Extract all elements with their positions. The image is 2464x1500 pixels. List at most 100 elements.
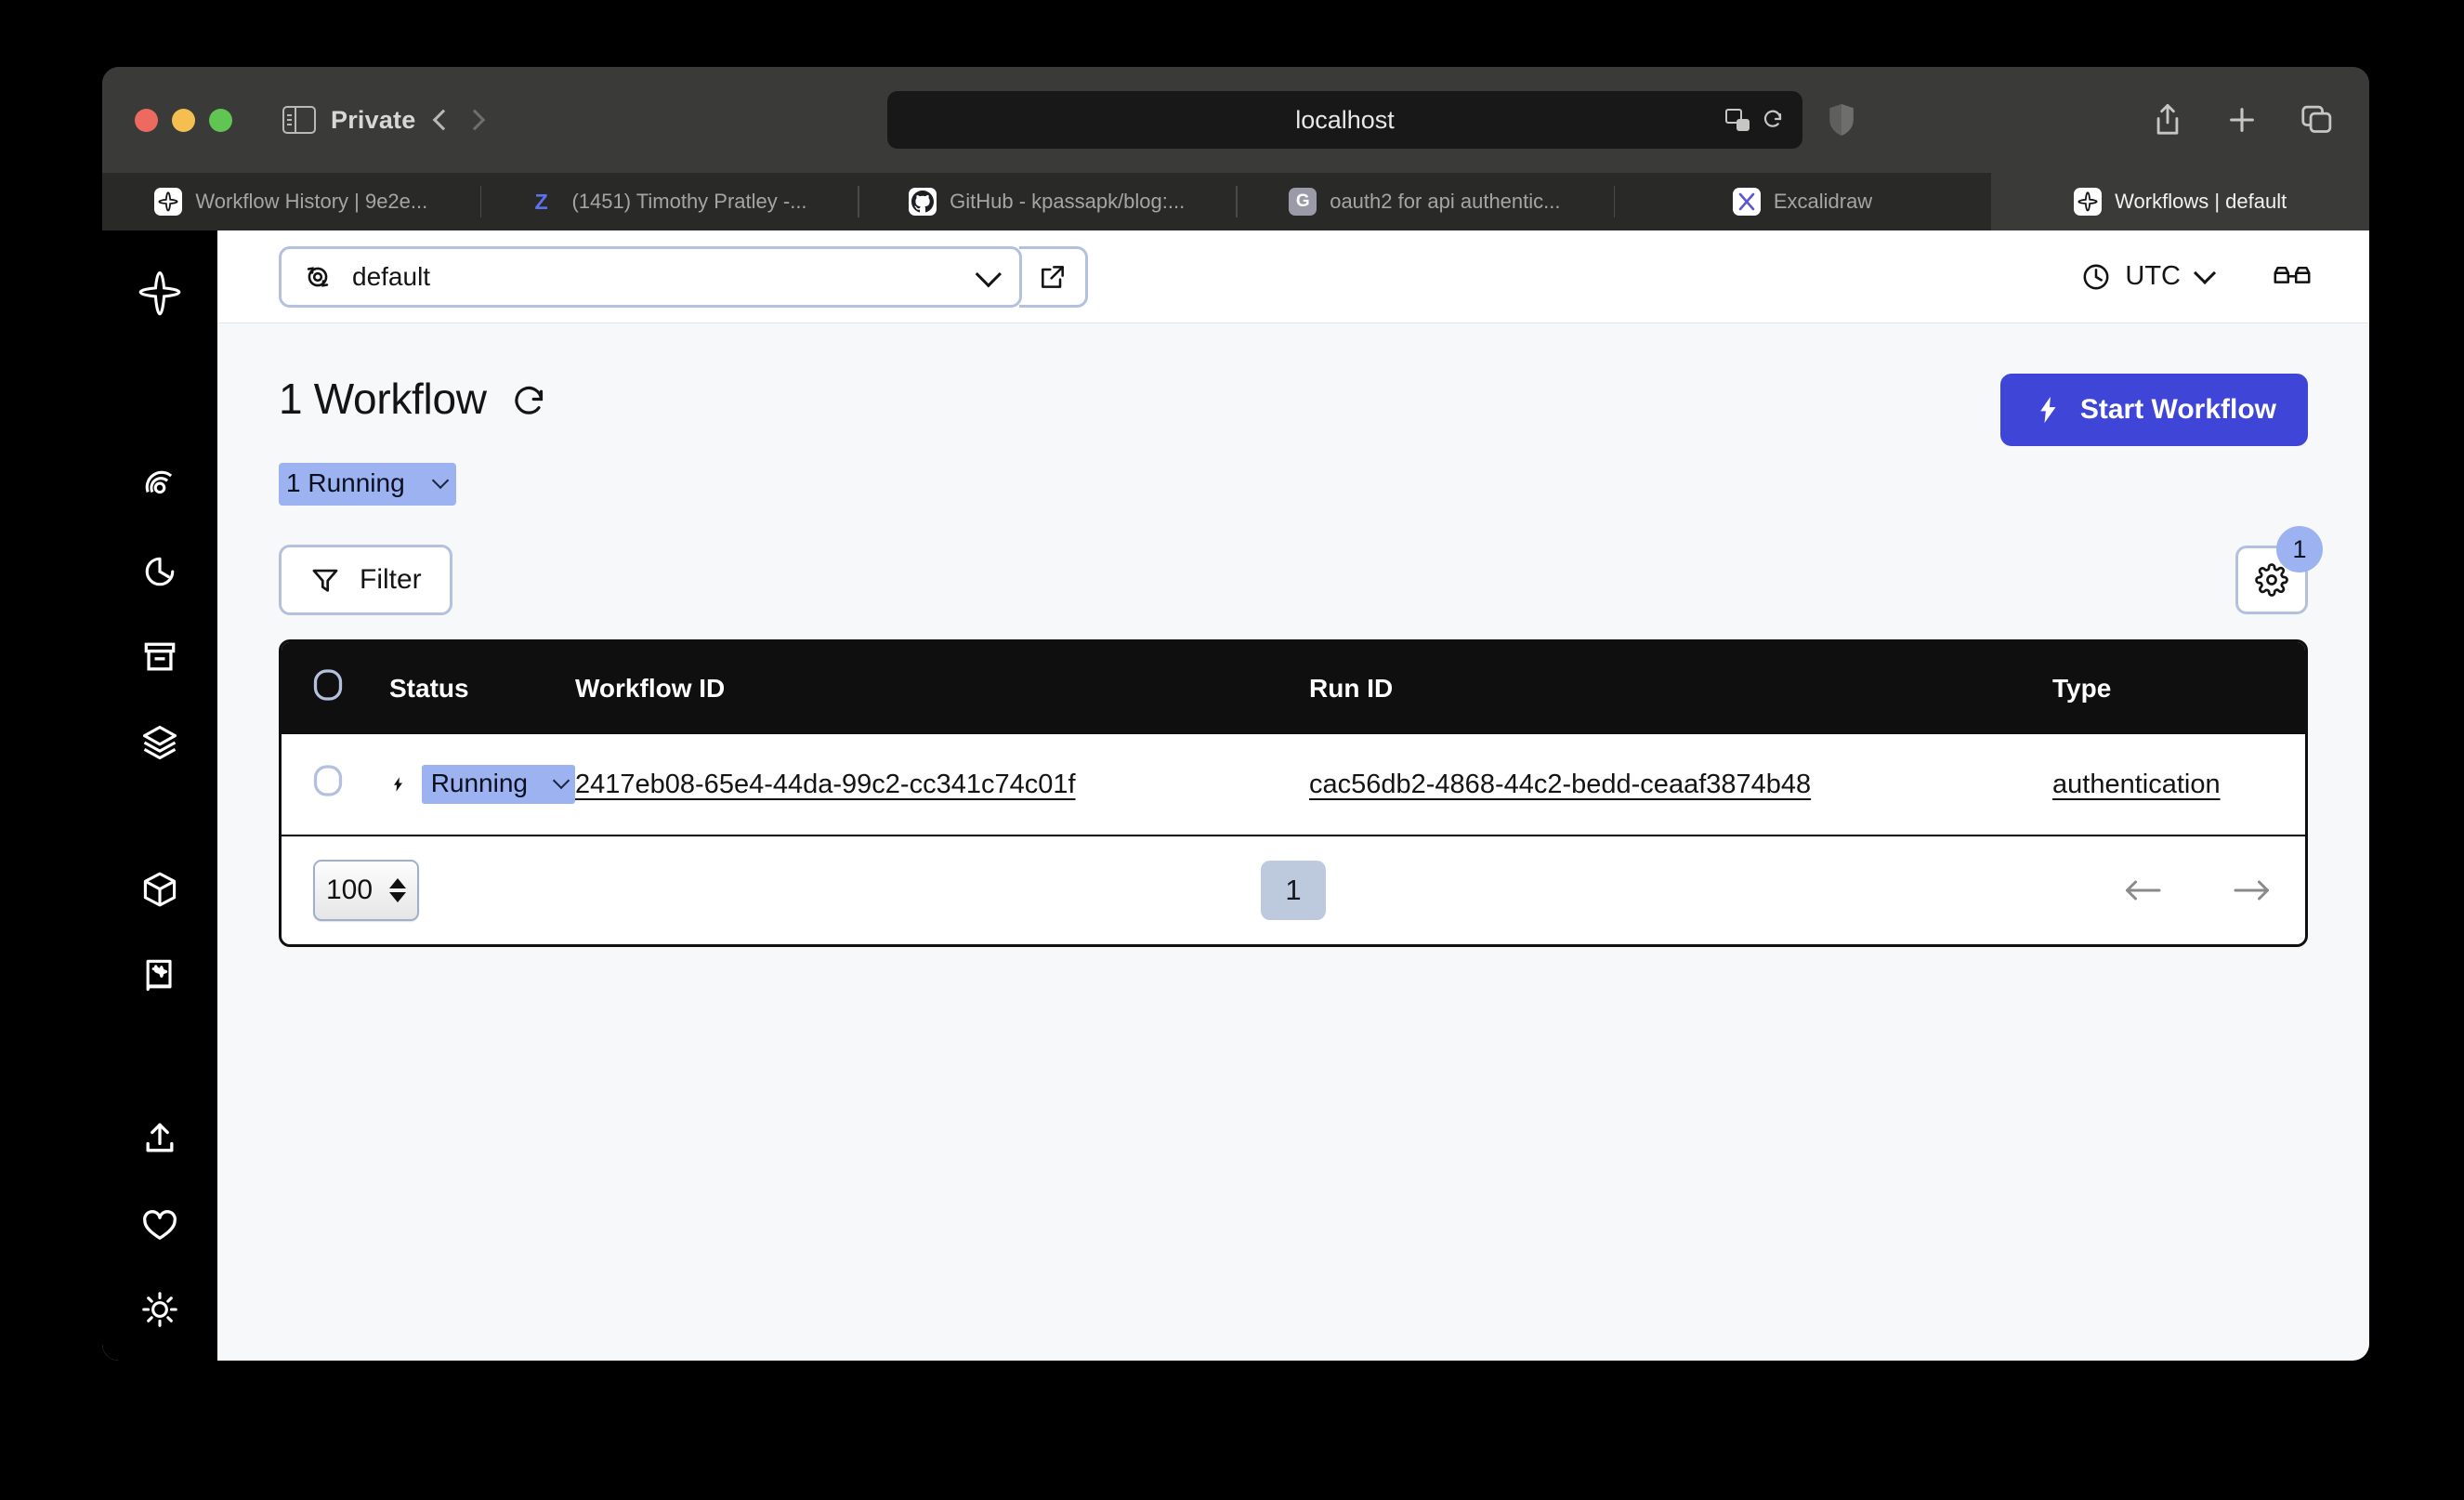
column-header-type[interactable]: Type <box>2052 642 2305 734</box>
back-icon[interactable] <box>433 109 454 131</box>
sidebar-item-docs[interactable] <box>136 951 184 999</box>
sidebar-item-archive[interactable] <box>136 633 184 681</box>
status-filter-label: 1 Running <box>286 468 405 497</box>
page-number-button[interactable]: 1 <box>1261 861 1326 920</box>
sidebar-item-import[interactable] <box>136 1114 184 1163</box>
table-settings-badge: 1 <box>2276 526 2323 572</box>
tab-label: Workflow History | 9e2e... <box>195 190 428 213</box>
checkbox-icon[interactable] <box>311 666 345 704</box>
namespace-icon <box>307 266 329 287</box>
pagination-nav <box>2121 876 2274 904</box>
external-link-icon <box>1041 265 1064 288</box>
status-badge-label: Running <box>430 769 528 797</box>
tab-overview-icon[interactable] <box>2300 104 2334 136</box>
page-size-select[interactable]: 100 <box>313 860 419 921</box>
row-run-id-cell: cac56db2-4868-44c2-bedd-ceaaf3874b48 <box>1309 734 2052 836</box>
new-tab-icon[interactable] <box>2226 104 2258 136</box>
private-browsing-label: Private <box>331 105 416 134</box>
sidebar-toggle-icon[interactable] <box>282 106 316 134</box>
workflow-type-link[interactable]: authentication <box>2052 770 2221 799</box>
page-size-value: 100 <box>326 875 374 905</box>
row-select-cell <box>282 734 389 836</box>
status-filter-chip[interactable]: 1 Running <box>279 463 456 506</box>
close-window-button[interactable] <box>135 108 158 132</box>
browser-tab[interactable]: Excalidraw <box>1613 173 1992 230</box>
tab-label: Excalidraw <box>1773 190 1873 213</box>
checkbox-icon[interactable] <box>311 762 345 799</box>
arrow-right-icon[interactable] <box>2231 876 2274 904</box>
filter-icon <box>312 569 338 592</box>
shield-icon[interactable] <box>1826 102 1857 138</box>
table-toolbar: Filter 1 <box>279 526 2323 615</box>
lightning-icon <box>2040 396 2056 424</box>
toolbar-right-actions <box>2152 102 2334 138</box>
table-header-row: Status Workflow ID Run ID Type <box>282 642 2305 734</box>
browser-tab[interactable]: Workflow History | 9e2e... <box>102 173 480 230</box>
temporal-logo-icon[interactable] <box>134 270 186 326</box>
address-bar[interactable]: localhost <box>887 91 1802 149</box>
sidebar-item-feedback[interactable] <box>136 1200 184 1248</box>
table-row[interactable]: Running 2417eb08-65e4-44da-99c2-cc341c74… <box>282 734 2305 836</box>
row-status-cell: Running <box>389 734 575 836</box>
run-id-link[interactable]: cac56db2-4868-44c2-bedd-ceaaf3874b48 <box>1309 770 1811 799</box>
column-header-status[interactable]: Status <box>389 642 575 734</box>
minimize-window-button[interactable] <box>172 108 195 132</box>
sidebar-item-theme-toggle[interactable] <box>136 1285 184 1334</box>
browser-tab[interactable]: GitHub - kpassapk/blog:... <box>858 173 1236 230</box>
glasses-icon[interactable] <box>2273 263 2312 291</box>
temporal-icon <box>2074 188 2103 216</box>
github-icon <box>909 188 937 216</box>
page-title: 1 Workflow <box>279 375 487 423</box>
chevron-down-icon <box>431 471 449 489</box>
tab-label: Workflows | default <box>2115 190 2287 213</box>
excalidraw-icon <box>1732 188 1761 216</box>
browser-tab[interactable]: G oauth2 for api authentic... <box>1236 173 1614 230</box>
start-workflow-label: Start Workflow <box>2079 394 2276 425</box>
namespace-select[interactable]: default <box>279 245 1022 308</box>
browser-nav-arrows <box>433 109 486 131</box>
select-all-header <box>282 642 389 734</box>
timezone-select[interactable]: UTC <box>2080 261 2217 293</box>
filter-label: Filter <box>360 564 422 595</box>
sidebar-item-batch-operations[interactable] <box>136 718 184 767</box>
sidebar-item-nexus[interactable] <box>136 865 184 914</box>
main-panel: 1 Workflow Start Workflow 1 Running Filt… <box>217 323 2369 1361</box>
column-header-workflow-id[interactable]: Workflow ID <box>575 642 1309 734</box>
tab-label: GitHub - kpassapk/blog:... <box>950 190 1186 213</box>
namespace-bar: default UTC <box>217 230 2369 323</box>
stepper-arrows-icon <box>389 878 406 902</box>
arrow-left-icon[interactable] <box>2121 876 2164 904</box>
browser-window: Private localhost Workflow History | 9e2… <box>102 67 2369 1361</box>
sidebar-item-namespaces[interactable] <box>136 462 184 510</box>
column-header-run-id[interactable]: Run ID <box>1309 642 2052 734</box>
zoom-window-button[interactable] <box>209 108 232 132</box>
table-settings: 1 <box>2235 526 2323 614</box>
sidebar-item-schedules[interactable] <box>136 547 184 596</box>
workflows-table: Status Workflow ID Run ID Type Running 2… <box>279 639 2308 947</box>
url-text: localhost <box>1295 105 1395 134</box>
share-icon[interactable] <box>2152 102 2183 138</box>
status-badge[interactable]: Running <box>421 765 575 804</box>
namespace-external-link-button[interactable] <box>1019 245 1088 308</box>
page-header: 1 Workflow Start Workflow <box>279 374 2308 446</box>
reload-icon[interactable] <box>1762 109 1784 131</box>
lightning-icon <box>394 777 403 792</box>
translate-icon[interactable] <box>1725 109 1750 131</box>
tab-label: oauth2 for api authentic... <box>1330 190 1561 213</box>
chevron-down-icon <box>2194 261 2217 284</box>
tab-strip: Workflow History | 9e2e... Z (1451) Timo… <box>102 173 2369 230</box>
refresh-icon[interactable] <box>511 383 548 425</box>
chevron-down-icon <box>975 260 1002 287</box>
workflow-id-link[interactable]: 2417eb08-65e4-44da-99c2-cc341c74c01f <box>575 770 1076 799</box>
row-workflow-id-cell: 2417eb08-65e4-44da-99c2-cc341c74c01f <box>575 734 1309 836</box>
temporal-icon <box>154 188 183 216</box>
browser-tab[interactable]: Z (1451) Timothy Pratley -... <box>479 173 858 230</box>
svg-text:Z: Z <box>535 190 548 214</box>
browser-tab-active[interactable]: Workflows | default <box>1991 173 2369 230</box>
browser-toolbar: Private localhost <box>102 67 2369 173</box>
timezone-label: UTC <box>2125 261 2181 291</box>
start-workflow-button[interactable]: Start Workflow <box>1999 374 2308 446</box>
nav-rail: 2.28.0 <box>102 230 217 1361</box>
filter-button[interactable]: Filter <box>279 545 452 615</box>
forward-icon[interactable] <box>465 109 486 131</box>
